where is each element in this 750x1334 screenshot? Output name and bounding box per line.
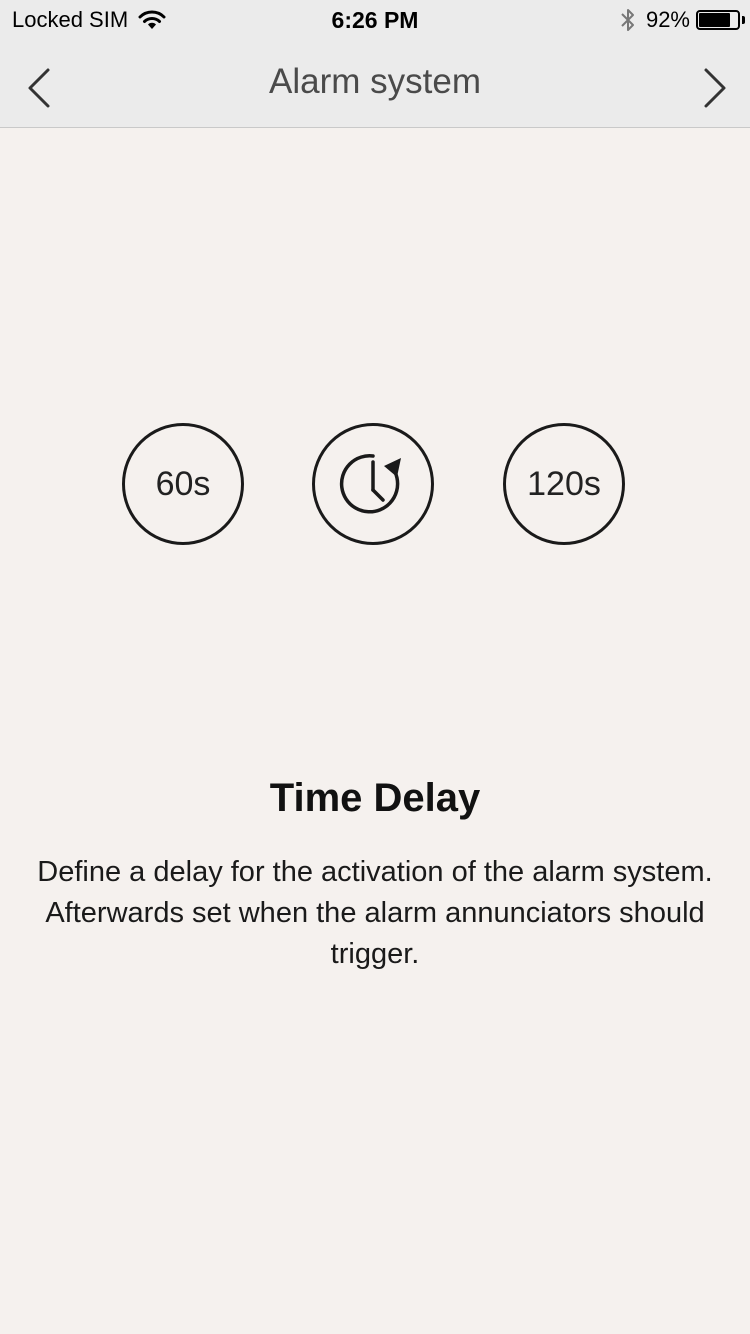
section-description: Define a delay for the activation of the… <box>37 856 713 970</box>
bluetooth-icon <box>621 9 634 31</box>
delay-60s-label: 60s <box>155 464 211 503</box>
battery-icon <box>696 10 745 30</box>
delay-60s-button[interactable]: 60s <box>122 423 244 545</box>
page-title: Alarm system <box>269 62 481 101</box>
status-bar: Locked SIM 6:26 PM 92% <box>0 0 750 40</box>
delay-options: 60s 120s <box>0 423 750 545</box>
battery-fill <box>699 13 730 27</box>
navigation-bar: Alarm system <box>0 40 750 128</box>
delay-120s-button[interactable]: 120s <box>503 423 625 545</box>
timer-reset-icon <box>339 454 401 514</box>
delay-120s-label: 120s <box>527 464 601 503</box>
battery-percent: 92% <box>645 7 690 32</box>
chevron-right-icon[interactable] <box>700 66 730 110</box>
status-right: 92% <box>620 7 745 33</box>
timer-button[interactable] <box>312 423 434 545</box>
section-heading: Time Delay <box>269 776 481 820</box>
